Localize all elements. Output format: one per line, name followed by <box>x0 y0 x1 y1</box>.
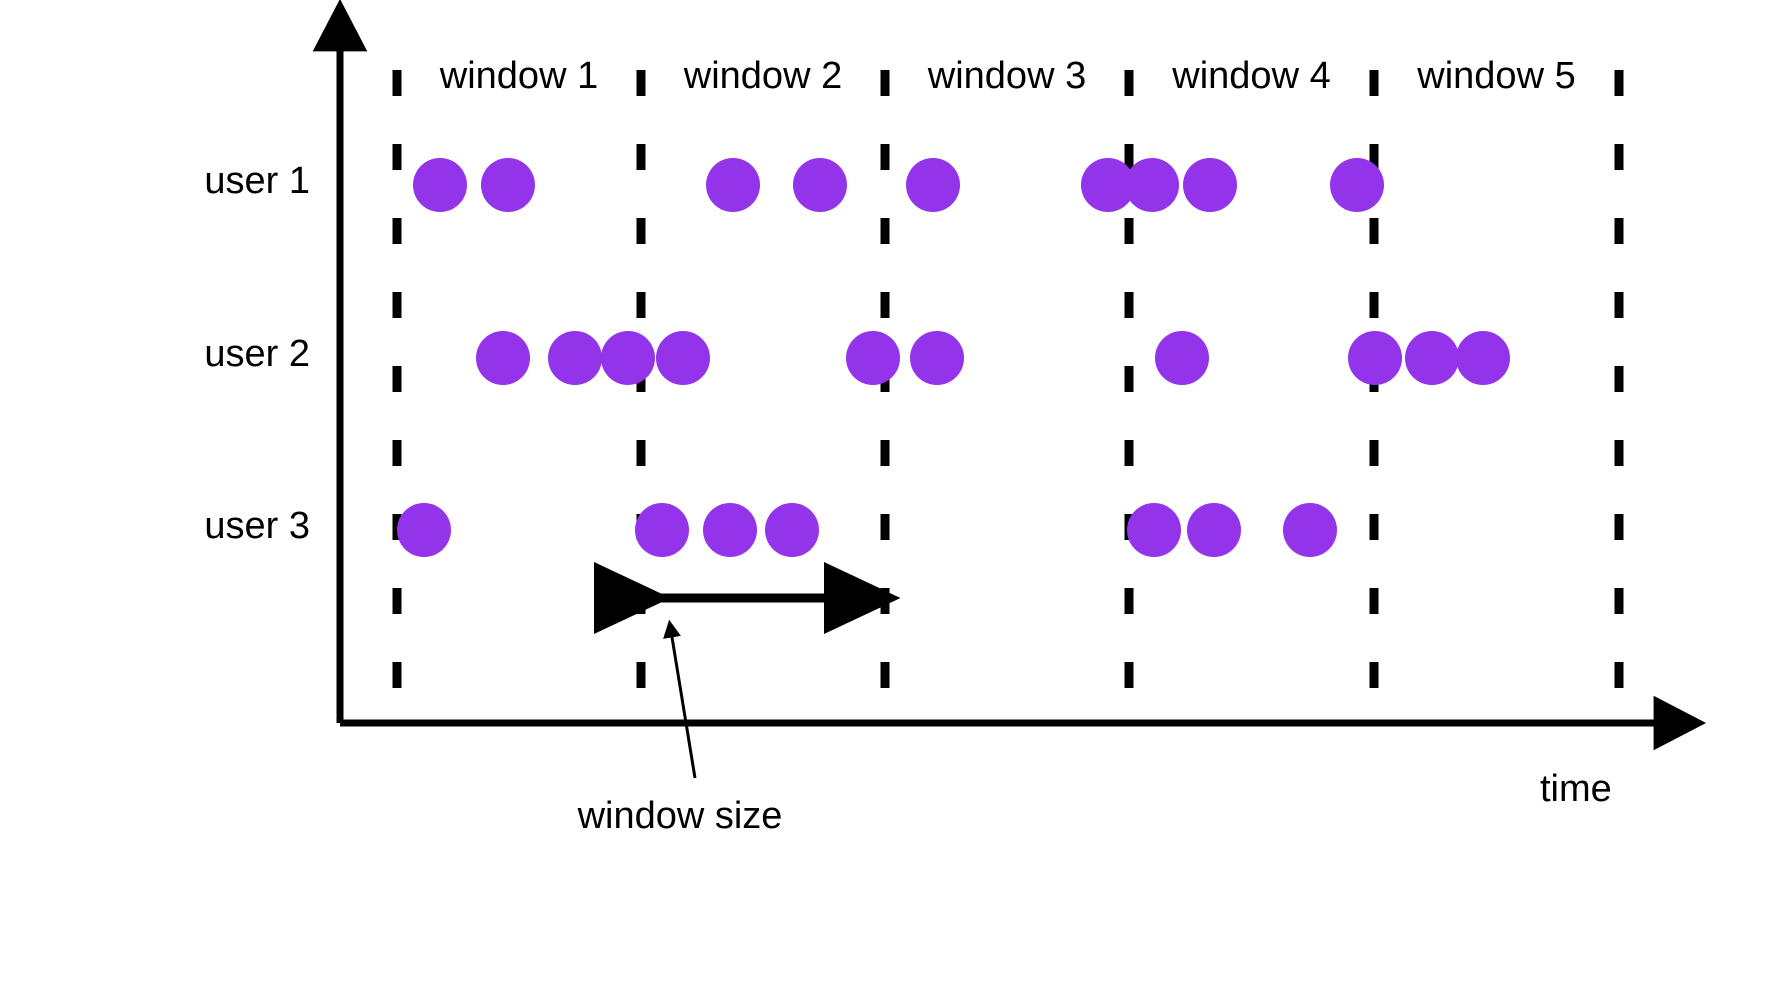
event-dot-user1-3 <box>706 158 760 212</box>
event-dots-group <box>397 158 1510 557</box>
event-dot-user1-5 <box>906 158 960 212</box>
event-dot-user3-2 <box>635 503 689 557</box>
event-dot-user2-4 <box>656 331 710 385</box>
event-dot-user1-4 <box>793 158 847 212</box>
row-label-user-3: user 3 <box>204 505 310 547</box>
event-dot-user2-7 <box>1155 331 1209 385</box>
x-axis-label: time <box>1540 768 1612 810</box>
window-label-1: window 1 <box>439 55 599 97</box>
row-label-user-1: user 1 <box>204 160 310 202</box>
event-dot-user3-1 <box>397 503 451 557</box>
event-dot-user2-6 <box>910 331 964 385</box>
diagram-graphics <box>312 0 1707 779</box>
row-label-user-2: user 2 <box>204 333 310 375</box>
event-dot-user3-6 <box>1187 503 1241 557</box>
event-dot-user3-7 <box>1283 503 1337 557</box>
event-dot-user3-4 <box>765 503 819 557</box>
event-dot-user1-7 <box>1125 158 1179 212</box>
event-dot-user2-1 <box>476 331 530 385</box>
window-label-4: window 4 <box>1172 55 1331 97</box>
window-size-annotation-group <box>594 562 901 779</box>
event-dot-user1-8 <box>1183 158 1237 212</box>
event-dot-user3-3 <box>703 503 757 557</box>
event-dot-user1-2 <box>481 158 535 212</box>
diagram-canvas: user 1 user 2 user 3 window 1 window 2 windo… <box>0 0 1774 990</box>
event-dot-user2-8 <box>1348 331 1402 385</box>
event-dot-user3-5 <box>1127 503 1181 557</box>
window-size-pointer-arrow <box>663 619 697 779</box>
event-dot-user2-9 <box>1405 331 1459 385</box>
event-dot-user2-3 <box>601 331 655 385</box>
event-dot-user1-1 <box>413 158 467 212</box>
event-dot-user1-9 <box>1330 158 1384 212</box>
window-label-3: window 3 <box>927 55 1087 97</box>
event-dot-user2-10 <box>1456 331 1510 385</box>
window-label-5: window 5 <box>1417 55 1576 97</box>
event-dot-user2-5 <box>846 331 900 385</box>
window-size-label: window size <box>577 795 783 837</box>
window-label-2: window 2 <box>683 55 843 97</box>
event-dot-user2-2 <box>548 331 602 385</box>
